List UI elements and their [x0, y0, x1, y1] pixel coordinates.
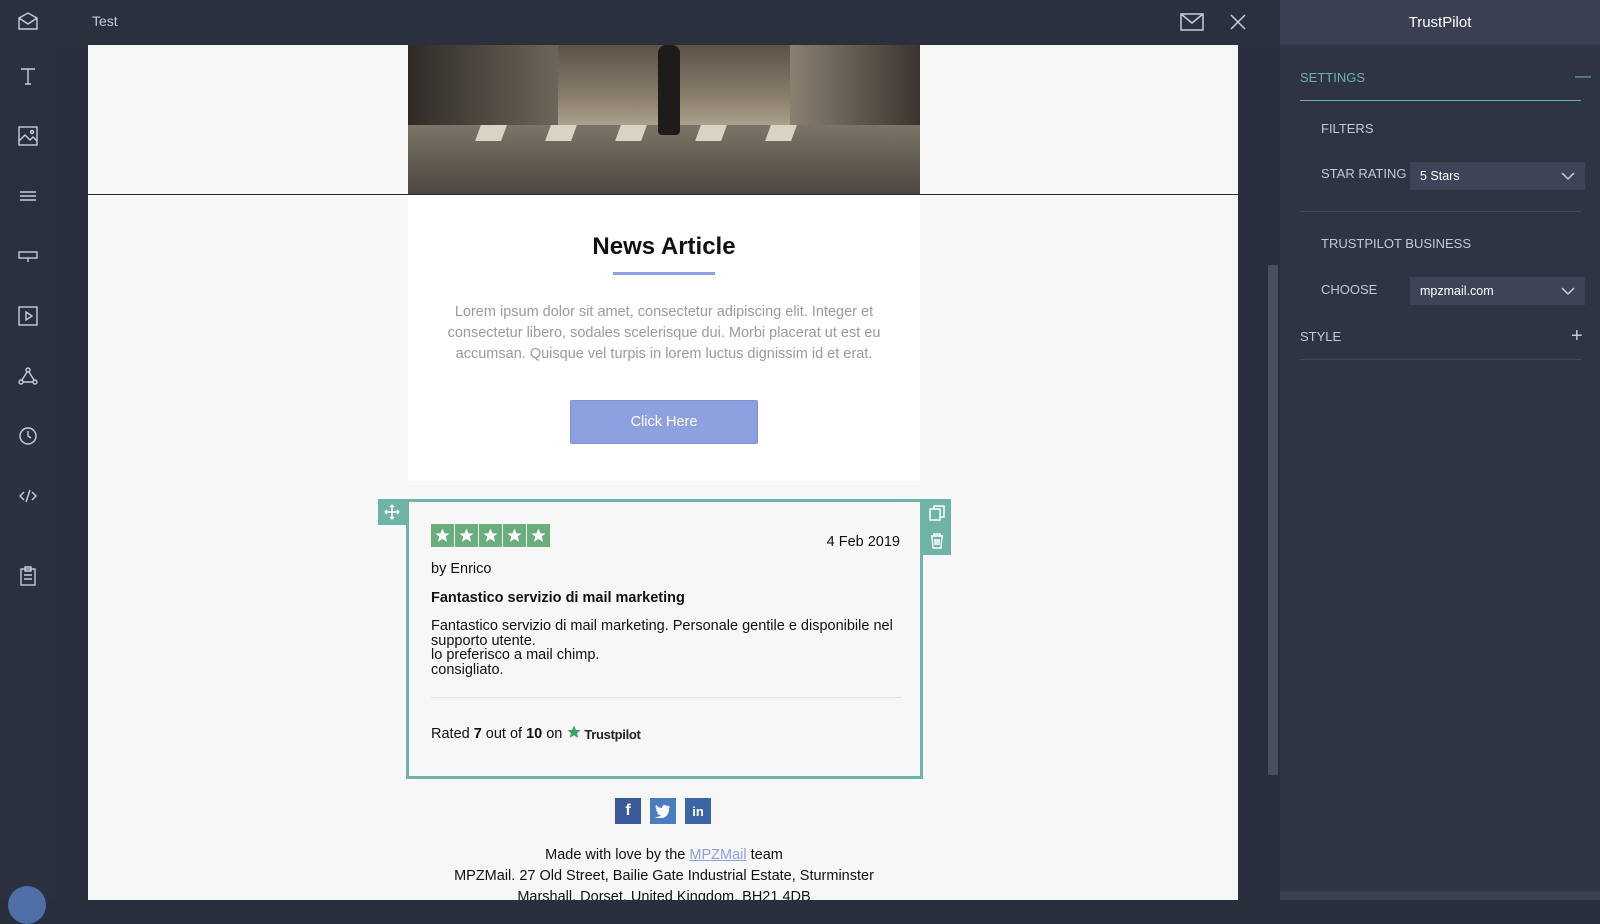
video-icon[interactable] — [10, 298, 46, 334]
clipboard-icon[interactable] — [10, 558, 46, 594]
review-rating-summary: Rated 7 out of 10 on Trustpilot — [431, 725, 641, 742]
footer: Made with love by the MPZMail team MPZMa… — [408, 845, 920, 900]
star-icon — [479, 524, 502, 547]
article-block[interactable]: News Article Lorem ipsum dolor sit amet,… — [408, 195, 920, 481]
mail-icon — [1180, 13, 1204, 31]
style-section-header[interactable]: STYLE — [1300, 329, 1581, 344]
review-body-line: lo preferisco a mail chimp. — [431, 647, 600, 663]
footer-credit-suffix: team — [750, 847, 783, 863]
image-icon[interactable] — [10, 118, 46, 154]
star-icon — [455, 524, 478, 547]
review-date: 4 Feb 2019 — [826, 534, 900, 550]
footer-credit: Made with love by the MPZMail team — [408, 845, 920, 866]
title-underline — [613, 272, 715, 275]
star-rating-value: 5 Stars — [1420, 169, 1460, 183]
delete-button[interactable] — [923, 527, 951, 555]
canvas-scrollbar-thumb[interactable] — [1268, 265, 1278, 775]
click-here-button[interactable]: Click Here — [570, 400, 758, 444]
style-expand-toggle[interactable]: + — [1571, 325, 1583, 348]
panel-divider — [1300, 211, 1581, 212]
settings-section-header[interactable]: SETTINGS — [1300, 70, 1581, 85]
close-icon — [1230, 14, 1246, 30]
rated-max: 10 — [526, 726, 543, 742]
review-body-line: Fantastico servizio di mail marketing. P… — [431, 618, 893, 634]
text-icon[interactable] — [10, 58, 46, 94]
trustpilot-business-label: TRUSTPILOT BUSINESS — [1321, 236, 1472, 251]
rated-score: 7 — [473, 726, 482, 742]
panel-divider — [1300, 359, 1581, 360]
chevron-down-icon — [1561, 170, 1575, 182]
social-icon[interactable] — [10, 358, 46, 394]
duplicate-icon — [929, 505, 945, 521]
close-button[interactable] — [1224, 8, 1252, 36]
review-author: by Enrico — [431, 561, 492, 577]
social-links: f in — [615, 798, 711, 824]
trash-icon — [931, 533, 943, 549]
review-body: Fantastico servizio di mail marketing. P… — [431, 619, 901, 677]
business-select[interactable]: mpzmail.com — [1410, 277, 1585, 305]
filters-label: FILTERS — [1321, 121, 1374, 136]
article-body: Lorem ipsum dolor sit amet, consectetur … — [447, 304, 881, 362]
review-body-line: supporto utente. — [431, 632, 536, 649]
business-value: mpzmail.com — [1420, 284, 1494, 298]
settings-panel: TrustPilot SETTINGS FILTERS STAR RATING … — [1280, 0, 1600, 900]
trustpilot-logo: Trustpilot — [566, 725, 641, 742]
duplicate-button[interactable] — [923, 499, 951, 527]
envelope-icon[interactable] — [10, 3, 46, 39]
review-separator — [431, 697, 901, 698]
block-tools — [923, 499, 951, 555]
settings-underline — [1300, 100, 1581, 101]
rated-mid: out of — [485, 726, 523, 742]
tool-rail — [0, 0, 57, 924]
divider-icon[interactable] — [10, 178, 46, 214]
review-body-line: consigliato. — [431, 661, 504, 678]
trustpilot-brand: Trustpilot — [584, 726, 641, 742]
chevron-down-icon — [1561, 285, 1575, 297]
footer-address-line: Marshall, Dorset, United Kingdom, BH21 4… — [517, 889, 811, 900]
button-icon[interactable] — [10, 238, 46, 274]
star-rating-select[interactable]: 5 Stars — [1410, 162, 1585, 190]
top-bar: Test — [57, 0, 1280, 45]
email-canvas: News Article Lorem ipsum dolor sit amet,… — [88, 45, 1238, 900]
footer-address-line: MPZMail. 27 Old Street, Bailie Gate Indu… — [454, 868, 874, 884]
rated-on: on — [546, 726, 563, 742]
review-title: Fantastico servizio di mail marketing — [431, 590, 685, 606]
rated-prefix: Rated — [431, 726, 470, 742]
facebook-icon[interactable]: f — [615, 798, 641, 824]
move-icon — [384, 504, 400, 520]
avatar[interactable] — [8, 886, 46, 924]
settings-collapse-toggle[interactable]: — — [1575, 68, 1591, 86]
star-icon — [527, 524, 550, 547]
timer-icon[interactable] — [10, 418, 46, 454]
panel-title: TrustPilot — [1280, 0, 1600, 45]
code-icon[interactable] — [10, 478, 46, 514]
trustpilot-star-icon — [567, 725, 582, 738]
star-rating — [431, 524, 550, 548]
mpzmail-link[interactable]: MPZMail — [689, 847, 746, 863]
document-title: Test — [92, 13, 118, 29]
twitter-icon[interactable] — [650, 798, 676, 824]
move-handle[interactable] — [378, 499, 406, 525]
trustpilot-review-block[interactable]: 4 Feb 2019 by Enrico Fantastico servizio… — [406, 499, 923, 779]
star-icon — [503, 524, 526, 547]
star-icon — [431, 524, 454, 547]
send-mail-button[interactable] — [1177, 8, 1207, 36]
panel-footer-bar — [1280, 891, 1600, 900]
footer-credit-prefix: Made with love by the — [545, 847, 686, 863]
linkedin-icon[interactable]: in — [685, 798, 711, 824]
article-title: News Article — [592, 233, 736, 260]
hero-image[interactable] — [408, 45, 920, 195]
